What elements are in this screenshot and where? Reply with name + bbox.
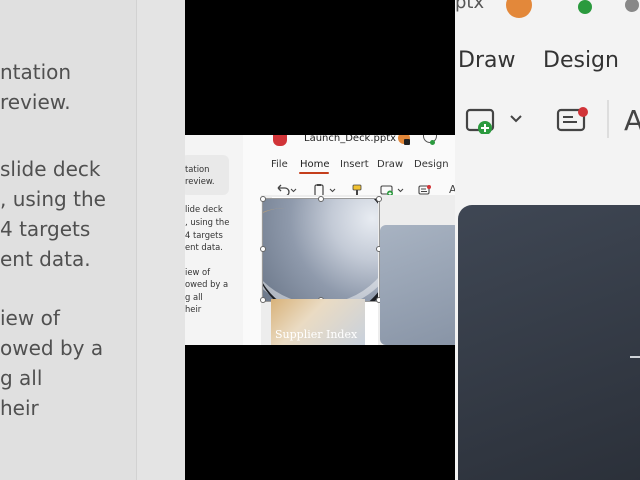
bg-tab-design: Design	[543, 48, 619, 73]
resize-handle[interactable]	[376, 196, 382, 202]
letterbox-top	[185, 0, 455, 135]
chat-line: iew of	[185, 267, 211, 277]
tab-home[interactable]: Home	[300, 159, 330, 170]
chat-line: ent data.	[185, 242, 223, 252]
supplier-index-title: Supplier Index	[275, 328, 358, 341]
tab-insert[interactable]: Insert	[340, 159, 369, 170]
bg-dim-overlay	[0, 0, 185, 480]
chat-pane: tation review. lide deck , using the 4 t…	[185, 135, 243, 345]
active-tab-indicator	[299, 172, 329, 174]
resize-handle[interactable]	[260, 297, 266, 303]
bg-avatar-icon	[506, 0, 532, 18]
sync-status-icon	[430, 140, 435, 145]
tab-draw[interactable]: Draw	[377, 159, 403, 170]
lock-icon	[404, 139, 410, 145]
bg-file-name: ptx	[455, 0, 485, 13]
chat-bubble-line: review.	[185, 176, 215, 186]
bg-pen-icon	[625, 0, 639, 12]
bg-slide-line	[630, 356, 640, 358]
tab-design[interactable]: Design	[414, 159, 449, 170]
chat-bubble-line: tation	[185, 164, 210, 174]
chat-line: lide deck	[185, 204, 223, 214]
bg-toolbar-divider	[607, 100, 609, 138]
resize-handle[interactable]	[318, 196, 324, 202]
chat-line: heir	[185, 304, 202, 314]
resize-handle[interactable]	[260, 246, 266, 252]
tab-file[interactable]: File	[271, 159, 288, 170]
bg-new-slide-icon	[465, 104, 525, 140]
bg-tab-draw: Draw	[458, 48, 516, 73]
bg-slide-canvas	[458, 205, 640, 480]
bg-font-icon: A	[624, 104, 640, 137]
bg-sync-icon	[578, 0, 592, 14]
letterbox-bottom	[185, 345, 455, 480]
chat-line: g all	[185, 292, 203, 302]
chat-line: owed by a	[185, 279, 229, 289]
chat-line: 4 targets	[185, 230, 223, 240]
app-window: tation review. lide deck , using the 4 t…	[185, 135, 455, 345]
powerpoint-app-icon	[273, 135, 287, 146]
main-slide-preview[interactable]	[380, 225, 455, 345]
resize-handle[interactable]	[260, 196, 266, 202]
chat-line: , using the	[185, 217, 230, 227]
window-title: Launch_Deck.pptx	[304, 135, 397, 144]
bg-designer-icon	[556, 104, 592, 140]
selection-border	[262, 198, 380, 302]
